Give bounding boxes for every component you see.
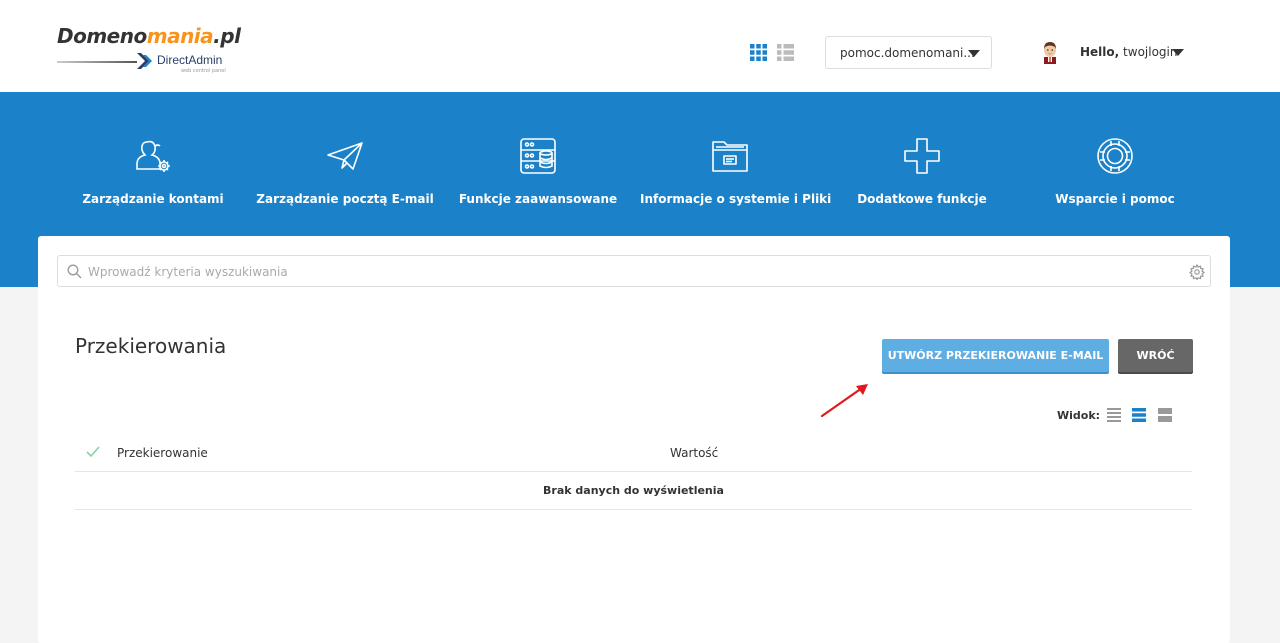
lifebuoy-icon — [1097, 138, 1133, 174]
user-menu-chevron-down-icon[interactable] — [1172, 49, 1184, 56]
paper-plane-icon — [327, 142, 363, 170]
directadmin-logo: DirectAdmin web control panel — [135, 51, 235, 74]
select-all-checkbox[interactable] — [85, 444, 101, 460]
empty-message: Brak danych do wyświetlenia — [543, 484, 724, 497]
directadmin-chevron-icon — [137, 53, 152, 69]
username: twojlogin — [1123, 45, 1178, 59]
view-compact-icon[interactable] — [1107, 408, 1121, 422]
folder-icon — [712, 141, 748, 172]
domenomania-logo[interactable]: Domenomania.pl DirectAdmin web control p… — [57, 24, 241, 74]
domain-select-value: pomoc.domenomani... — [840, 46, 975, 60]
view-mode-label: Widok: — [1057, 409, 1101, 422]
logo-divider — [57, 61, 137, 63]
nav-item-system-info-files[interactable]: Informacje o systemie i Pliki — [640, 136, 831, 206]
nav-item-email-management[interactable]: Zarządzanie pocztą E-mail — [255, 136, 435, 206]
top-header: Domenomania.pl DirectAdmin web control p… — [0, 0, 1280, 92]
chevron-down-icon — [968, 50, 980, 57]
server-database-icon — [520, 138, 556, 174]
search-bar — [57, 255, 1211, 287]
view-large-icon[interactable] — [1158, 408, 1172, 422]
users-gear-icon — [136, 140, 170, 172]
column-header-forwarder[interactable]: Przekierowanie — [117, 446, 208, 460]
view-normal-icon[interactable] — [1132, 408, 1146, 422]
nav-item-additional-features[interactable]: Dodatkowe funkcje — [832, 136, 1012, 206]
table-empty-row: Brak danych do wyświetlenia — [75, 472, 1192, 510]
content-card: Przekierowania UTWÓRZ PRZEKIEROWANIE E-M… — [38, 236, 1230, 643]
grid-view-icon[interactable] — [750, 44, 767, 61]
annotation-arrow-icon — [820, 384, 868, 418]
column-header-value[interactable]: Wartość — [670, 446, 718, 460]
plus-icon — [904, 138, 940, 174]
search-input[interactable] — [88, 262, 1178, 282]
nav-item-advanced-features[interactable]: Funkcje zaawansowane — [448, 136, 628, 206]
domain-select[interactable]: pomoc.domenomani... — [825, 36, 992, 69]
gear-icon[interactable] — [1189, 264, 1205, 280]
page-title: Przekierowania — [75, 334, 227, 358]
nav-item-support-help[interactable]: Wsparcie i pomoc — [1025, 136, 1205, 206]
nav-item-account-management[interactable]: Zarządzanie kontami — [63, 136, 243, 206]
logo-wordmark: Domenomania.pl — [57, 24, 241, 48]
search-icon — [67, 264, 82, 279]
user-greeting[interactable]: Hello, twojlogin — [1080, 45, 1177, 59]
back-button[interactable]: WRÓĆ — [1118, 339, 1193, 372]
list-view-icon[interactable] — [777, 44, 794, 61]
table-header: Przekierowanie Wartość — [75, 434, 1192, 472]
avatar[interactable] — [1040, 40, 1060, 64]
create-email-forwarder-button[interactable]: UTWÓRZ PRZEKIEROWANIE E-MAIL — [882, 339, 1109, 372]
